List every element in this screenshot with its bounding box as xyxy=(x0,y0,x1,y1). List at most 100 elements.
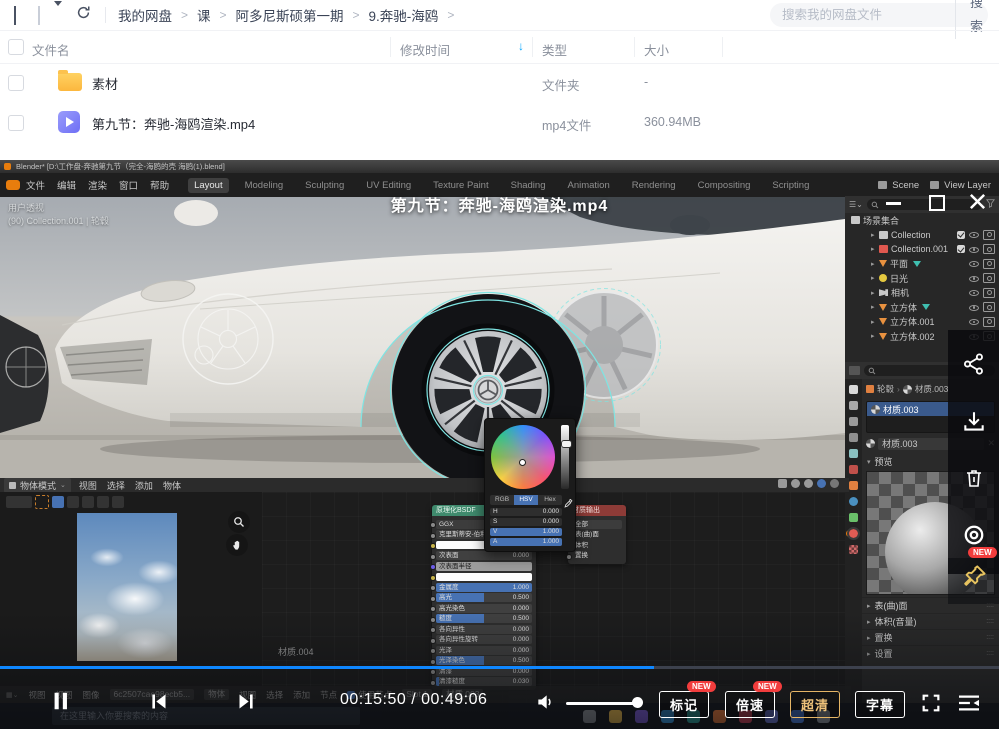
outliner-row[interactable]: 平面 xyxy=(845,257,999,272)
picker-tab[interactable]: HSV xyxy=(514,495,538,505)
delete-icon[interactable] xyxy=(962,466,986,495)
menu-image[interactable]: 图像 xyxy=(83,689,100,701)
picker-tab[interactable]: RGB xyxy=(490,495,514,505)
output-node-row[interactable]: 置换 xyxy=(572,551,622,560)
breadcrumb-item[interactable]: 阿多尼斯硕第一期 xyxy=(236,5,344,25)
node-socket[interactable] xyxy=(430,627,436,633)
breadcrumb-item[interactable]: 课 xyxy=(197,5,211,25)
refresh-icon[interactable] xyxy=(76,5,91,25)
node-property-row[interactable]: 各向异性 各向异性0.000 xyxy=(436,625,532,634)
tool-dropdown[interactable] xyxy=(6,496,32,508)
node-property-row[interactable]: 次表面 次表面0.000 xyxy=(436,551,532,560)
node-property-row[interactable]: 光泽染色 光泽染色0.500 xyxy=(436,656,532,665)
collection-checkbox[interactable] xyxy=(957,245,965,253)
node-property-row[interactable]: 高光染色 高光染色0.000 xyxy=(436,604,532,613)
picker-tab[interactable]: Hex xyxy=(538,495,562,505)
download-icon[interactable] xyxy=(961,409,987,440)
minimize-icon[interactable] xyxy=(886,202,901,205)
file-row[interactable]: 素材 文件夹 - xyxy=(0,62,999,102)
outliner-row[interactable]: Collection xyxy=(845,228,999,243)
render-camera-icon[interactable] xyxy=(983,302,995,312)
workspace-tab[interactable]: Sculpting xyxy=(299,178,350,193)
pan-hand-icon[interactable] xyxy=(226,534,248,556)
previous-button[interactable] xyxy=(148,691,169,717)
share-icon[interactable] xyxy=(961,351,987,382)
node-socket[interactable] xyxy=(430,554,436,560)
node-socket[interactable] xyxy=(430,533,436,539)
object-tab-icon[interactable] xyxy=(849,481,858,490)
picker-slider[interactable]: A 1.000 xyxy=(490,538,562,546)
workspace-tab[interactable]: UV Editing xyxy=(360,178,417,193)
tool-tab-icon[interactable] xyxy=(849,385,858,394)
workspace-tab[interactable]: Rendering xyxy=(626,178,682,193)
view-layer-name[interactable]: View Layer xyxy=(944,180,991,191)
column-size[interactable]: 大小 xyxy=(644,40,669,59)
visibility-eye-icon[interactable] xyxy=(969,303,979,312)
node-socket[interactable] xyxy=(430,617,436,623)
zoom-gizmo-icon[interactable] xyxy=(228,511,250,533)
render-camera-icon[interactable] xyxy=(983,244,995,254)
node-socket[interactable] xyxy=(430,575,436,581)
measure-tool-icon[interactable] xyxy=(112,496,124,508)
cursor-tool-icon[interactable] xyxy=(97,496,109,508)
node-socket[interactable] xyxy=(430,564,436,570)
node-socket[interactable] xyxy=(566,554,572,560)
color-swatch[interactable] xyxy=(436,573,532,581)
mark-button[interactable]: 标记 xyxy=(659,691,709,718)
expand-icon[interactable] xyxy=(871,318,879,326)
material-ball-icon[interactable] xyxy=(866,439,875,448)
breadcrumb-material[interactable]: 材质.003 xyxy=(915,383,949,395)
world-tab-icon[interactable] xyxy=(849,465,858,474)
particles-tab-icon[interactable] xyxy=(849,513,858,522)
expand-icon[interactable] xyxy=(871,274,879,282)
node-socket[interactable] xyxy=(430,585,436,591)
workspace-tab[interactable]: Shading xyxy=(505,178,552,193)
material-shading-icon[interactable] xyxy=(817,479,826,488)
blender-menu-item[interactable]: 编辑 xyxy=(57,178,76,192)
node-socket[interactable] xyxy=(430,596,436,602)
workspace-tab[interactable]: Modeling xyxy=(239,178,290,193)
shader-menu-item[interactable]: 选择 xyxy=(266,689,283,701)
expand-icon[interactable] xyxy=(871,231,879,239)
select-lasso-icon[interactable] xyxy=(82,496,94,508)
forward-icon[interactable] xyxy=(38,6,40,24)
column-modified[interactable]: 修改时间 xyxy=(400,40,450,59)
render-camera-icon[interactable] xyxy=(983,317,995,327)
node-socket[interactable] xyxy=(430,659,436,665)
select-tool-icon[interactable] xyxy=(35,495,49,509)
taskbar-app-icon[interactable] xyxy=(609,710,622,723)
material-output-node[interactable]: 材质输出 全部 表(曲)面 体积 xyxy=(568,505,626,564)
value-slider[interactable] xyxy=(561,425,569,489)
visibility-eye-icon[interactable] xyxy=(969,317,979,326)
outliner-row[interactable]: 相机 xyxy=(845,286,999,301)
blender-menu-item[interactable]: 文件 xyxy=(26,178,45,192)
scene-tab-icon[interactable] xyxy=(849,449,858,458)
speed-button[interactable]: 倍速 xyxy=(725,691,775,718)
node-socket[interactable] xyxy=(430,543,436,549)
viewport2-menu-item[interactable]: 添加 xyxy=(135,479,153,492)
picker-slider[interactable]: V 1.000 xyxy=(490,528,562,536)
search-input[interactable] xyxy=(770,8,955,22)
collection-checkbox[interactable] xyxy=(957,231,965,239)
render-camera-icon[interactable] xyxy=(983,273,995,283)
shader-menu-item[interactable]: 节点 xyxy=(320,689,337,701)
expand-icon[interactable] xyxy=(871,303,879,311)
sort-desc-icon[interactable]: ↓ xyxy=(518,39,524,53)
scene-name[interactable]: Scene xyxy=(892,180,919,191)
playlist-icon[interactable] xyxy=(956,693,982,718)
picker-slider[interactable]: H 0.000 xyxy=(490,508,562,516)
expand-icon[interactable] xyxy=(871,245,879,253)
node-socket[interactable] xyxy=(430,522,436,528)
workspace-tab[interactable]: Animation xyxy=(561,178,615,193)
expand-icon[interactable] xyxy=(871,289,879,297)
render-camera-icon[interactable] xyxy=(983,259,995,269)
workspace-tab[interactable]: Compositing xyxy=(692,178,757,193)
blender-icon[interactable] xyxy=(6,180,20,190)
node-property-row[interactable]: 金属度 金属度1.000 xyxy=(436,583,532,592)
progress-bar[interactable] xyxy=(0,666,999,669)
subtitle-button[interactable]: 字幕 xyxy=(855,691,905,718)
row-checkbox[interactable] xyxy=(8,115,24,131)
viewport2-menu-item[interactable]: 选择 xyxy=(107,479,125,492)
column-name[interactable]: 文件名 xyxy=(32,40,70,59)
viewlayer-tab-icon[interactable] xyxy=(849,433,858,442)
